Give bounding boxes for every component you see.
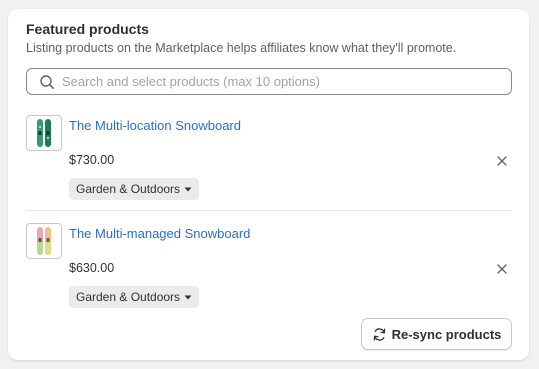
resync-products-button[interactable]: Re-sync products — [361, 318, 512, 350]
product-name-link[interactable]: The Multi-location Snowboard — [69, 118, 241, 133]
remove-product-button[interactable] — [494, 261, 510, 277]
category-label: Garden & Outdoors — [76, 290, 181, 304]
product-search[interactable] — [26, 68, 512, 95]
caret-down-icon — [184, 293, 192, 301]
close-icon — [497, 156, 507, 166]
product-name-link[interactable]: The Multi-managed Snowboard — [69, 226, 250, 241]
product-row: The Multi-managed Snowboard $630.00 Gard… — [26, 223, 512, 319]
search-input[interactable] — [62, 74, 502, 89]
product-thumbnail[interactable] — [26, 223, 62, 259]
close-icon — [497, 264, 507, 274]
featured-products-card: Featured products Listing products on th… — [8, 9, 529, 360]
snowboard-pastel-icon — [37, 227, 51, 255]
category-label: Garden & Outdoors — [76, 182, 181, 196]
product-row: The Multi-location Snowboard $730.00 Gar… — [26, 115, 512, 211]
product-price: $630.00 — [69, 261, 115, 275]
category-dropdown[interactable]: Garden & Outdoors — [69, 178, 200, 200]
caret-down-icon — [184, 185, 192, 193]
product-price: $730.00 — [69, 153, 115, 167]
remove-product-button[interactable] — [494, 153, 510, 169]
category-dropdown[interactable]: Garden & Outdoors — [69, 286, 200, 308]
card-title: Featured products — [26, 21, 149, 37]
card-subtitle: Listing products on the Marketplace help… — [26, 41, 457, 55]
search-icon — [39, 74, 55, 90]
resync-label: Re-sync products — [391, 326, 502, 342]
refresh-icon — [372, 327, 387, 342]
product-thumbnail[interactable] — [26, 115, 62, 151]
snowboard-green-icon — [37, 119, 51, 147]
